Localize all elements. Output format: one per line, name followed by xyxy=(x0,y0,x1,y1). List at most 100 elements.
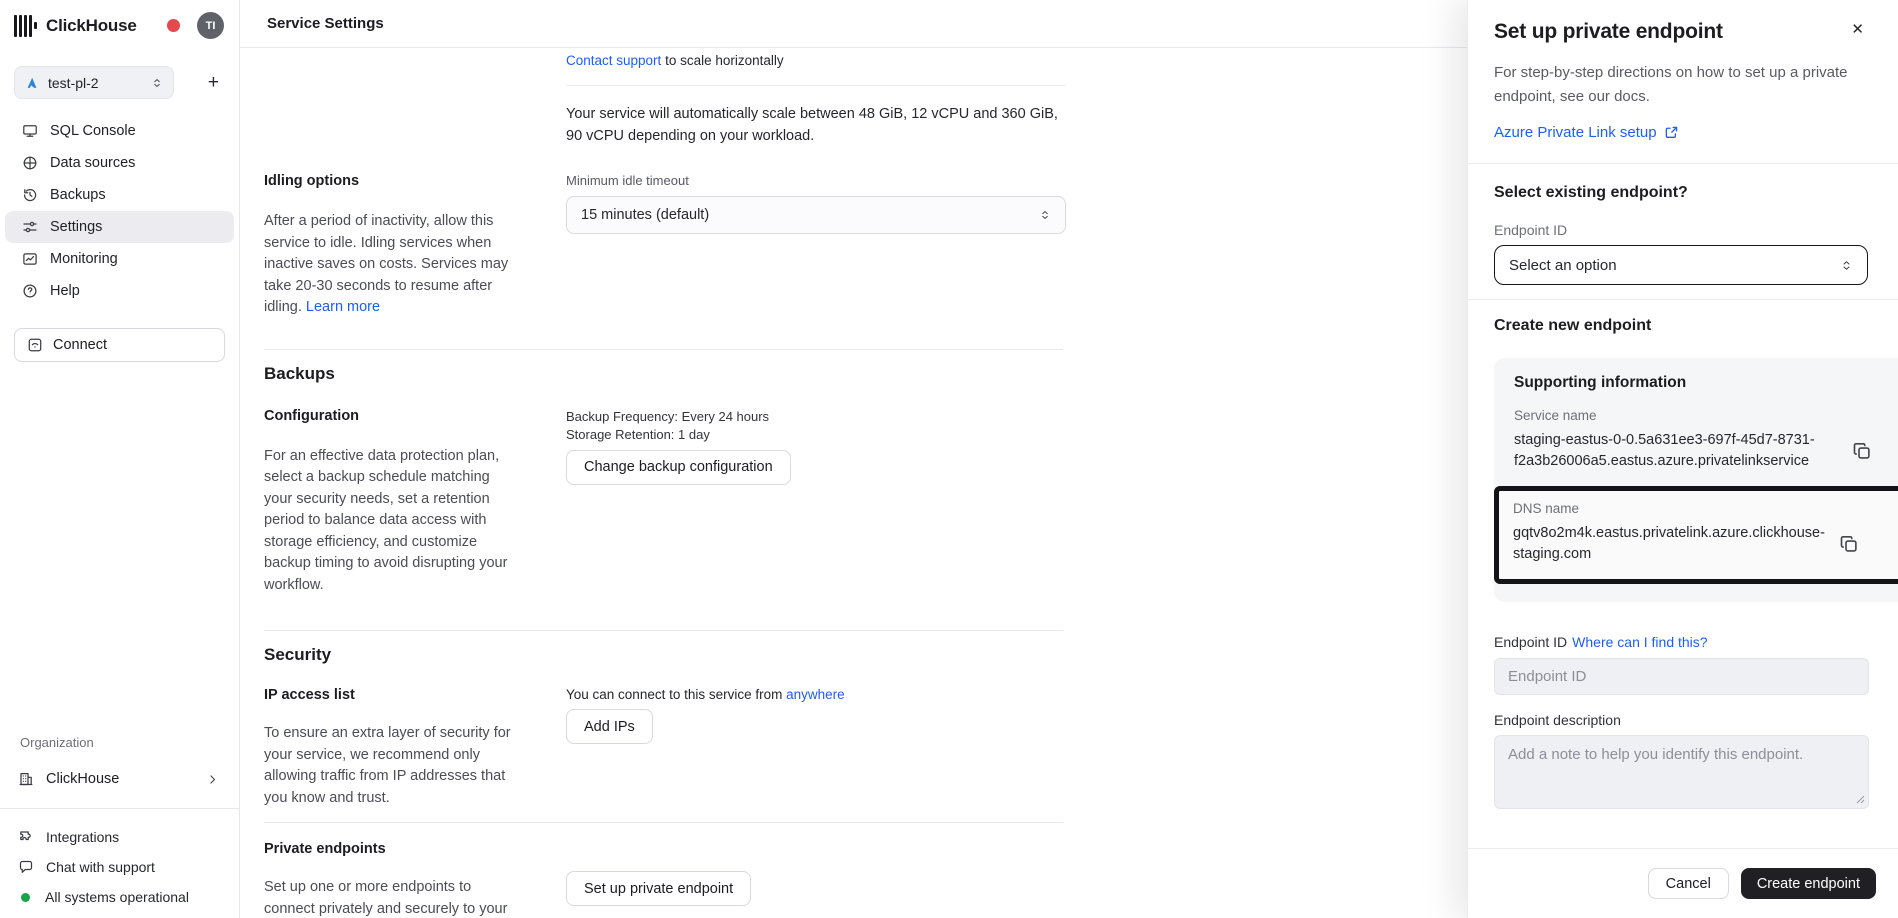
service-selector-row: test-pl-2 + xyxy=(14,66,225,99)
change-backup-configuration-button[interactable]: Change backup configuration xyxy=(566,450,791,485)
connect-icon xyxy=(27,337,43,353)
settings-icon xyxy=(22,219,38,235)
sidebar-item-help[interactable]: Help xyxy=(5,275,234,307)
sidebar-item-backups[interactable]: Backups xyxy=(5,179,234,211)
sidebar-item-label: Data sources xyxy=(50,155,135,171)
organization-item[interactable]: ClickHouse xyxy=(6,762,233,796)
existing-endpoint-select[interactable]: Select an option xyxy=(1494,245,1868,285)
storage-retention: Storage Retention: 1 day xyxy=(566,426,1066,444)
connect-from-note: You can connect to this service from any… xyxy=(566,687,1066,702)
section-divider xyxy=(264,822,1063,823)
sidebar-item-integrations[interactable]: Integrations xyxy=(6,822,233,852)
scaling-note-suffix: to scale horizontally xyxy=(661,53,783,68)
sql-console-icon xyxy=(22,123,38,139)
sidebar-nav: SQL Console Data sources Backups Setting… xyxy=(0,115,239,307)
set-up-private-endpoint-button[interactable]: Set up private endpoint xyxy=(566,871,751,906)
organization-name: ClickHouse xyxy=(46,771,119,787)
connect-label: Connect xyxy=(53,337,107,353)
copy-service-name-button[interactable] xyxy=(1852,441,1872,461)
chevron-right-icon xyxy=(206,773,219,786)
copy-icon xyxy=(1839,534,1859,554)
idle-timeout-value: 15 minutes (default) xyxy=(581,207,1039,223)
backups-icon xyxy=(22,187,38,203)
existing-endpoint-id-label: Endpoint ID xyxy=(1494,222,1868,238)
clickhouse-logo-icon xyxy=(14,14,37,38)
sidebar-item-label: Backups xyxy=(50,187,106,203)
footer-item-label: Chat with support xyxy=(46,859,155,875)
add-ips-button[interactable]: Add IPs xyxy=(566,709,653,744)
panel-header: Set up private endpoint ✕ xyxy=(1494,20,1868,44)
section-divider xyxy=(264,630,1063,631)
help-icon xyxy=(22,283,38,299)
autoscale-description: Your service will automatically scale be… xyxy=(566,103,1066,147)
where-can-i-find-this-link[interactable]: Where can I find this? xyxy=(1572,634,1707,650)
create-endpoint-button[interactable]: Create endpoint xyxy=(1741,868,1876,899)
sidebar-item-data-sources[interactable]: Data sources xyxy=(5,147,234,179)
security-description: To ensure an extra layer of security for… xyxy=(264,723,516,809)
service-selector-value: test-pl-2 xyxy=(48,75,142,91)
integrations-icon xyxy=(18,829,34,845)
sidebar-item-chat-support[interactable]: Chat with support xyxy=(6,852,233,882)
sidebar-item-sql-console[interactable]: SQL Console xyxy=(5,115,234,147)
panel-footer: Cancel Create endpoint xyxy=(1468,848,1898,918)
azure-docs-link[interactable]: Azure Private Link setup xyxy=(1494,124,1868,141)
supporting-information-card: Supporting information Service name stag… xyxy=(1494,358,1898,602)
recording-dot-icon xyxy=(167,19,180,32)
status-dot-icon xyxy=(21,893,30,902)
copy-dns-name-button[interactable] xyxy=(1839,534,1859,554)
contact-support-link[interactable]: Contact support xyxy=(566,53,661,68)
idle-timeout-label: Minimum idle timeout xyxy=(566,173,1066,188)
learn-more-link[interactable]: Learn more xyxy=(306,299,380,315)
chat-icon xyxy=(18,859,34,875)
page-title: Service Settings xyxy=(267,15,384,32)
service-selector[interactable]: test-pl-2 xyxy=(14,66,174,99)
status-label: All systems operational xyxy=(45,889,189,905)
sidebar-item-label: Help xyxy=(50,283,80,299)
endpoint-id-label: Endpoint ID xyxy=(1494,634,1567,650)
sidebar-item-monitoring[interactable]: Monitoring xyxy=(5,243,234,275)
anywhere-link[interactable]: anywhere xyxy=(786,687,845,702)
user-avatar[interactable]: TI xyxy=(197,12,224,39)
endpoint-description-label: Endpoint description xyxy=(1494,712,1868,728)
sidebar-item-label: SQL Console xyxy=(50,123,136,139)
private-endpoint-panel: Set up private endpoint ✕ For step-by-st… xyxy=(1467,0,1898,918)
backups-config-title: Configuration xyxy=(264,408,516,424)
chevron-updown-icon xyxy=(1840,259,1853,272)
building-icon xyxy=(18,771,34,787)
existing-endpoint-title: Select existing endpoint? xyxy=(1494,184,1868,202)
sidebar-item-settings[interactable]: Settings xyxy=(5,211,234,243)
panel-title: Set up private endpoint xyxy=(1494,20,1723,44)
dns-name-value: gqtv8o2m4k.eastus.privatelink.azure.clic… xyxy=(1513,523,1839,565)
idling-title: Idling options xyxy=(264,173,516,189)
create-endpoint-title: Create new endpoint xyxy=(1494,317,1868,335)
azure-icon xyxy=(25,76,39,90)
idle-timeout-select[interactable]: 15 minutes (default) xyxy=(566,196,1066,234)
chevron-updown-icon xyxy=(151,77,163,89)
supporting-information-title: Supporting information xyxy=(1514,374,1878,392)
sidebar-bottom: Organization ClickHouse Integrations Cha… xyxy=(0,735,239,912)
resize-handle-icon[interactable] xyxy=(1856,795,1865,804)
service-name-label: Service name xyxy=(1514,408,1878,423)
connect-button[interactable]: Connect xyxy=(14,328,225,362)
sidebar-item-label: Settings xyxy=(50,219,102,235)
private-endpoints-description: Set up one or more endpoints to connect … xyxy=(264,877,516,918)
sidebar-divider xyxy=(0,808,239,809)
endpoint-id-input[interactable] xyxy=(1494,658,1869,695)
endpoint-description-textarea[interactable] xyxy=(1494,735,1869,809)
sidebar-header: ClickHouse TI xyxy=(0,0,239,39)
add-service-button[interactable]: + xyxy=(202,73,225,92)
cancel-button[interactable]: Cancel xyxy=(1648,868,1729,899)
brand-name: ClickHouse xyxy=(46,16,137,36)
sidebar-item-label: Monitoring xyxy=(50,251,118,267)
close-icon[interactable]: ✕ xyxy=(1847,20,1868,39)
ip-access-list-title: IP access list xyxy=(264,687,516,703)
scaling-note: Contact support to scale horizontally xyxy=(566,53,1066,68)
footer-item-label: Integrations xyxy=(46,829,119,845)
copy-icon xyxy=(1852,441,1872,461)
external-link-icon xyxy=(1664,125,1679,140)
dns-name-label: DNS name xyxy=(1513,501,1885,516)
panel-divider xyxy=(1468,163,1898,164)
dns-name-highlight-box: DNS name gqtv8o2m4k.eastus.privatelink.a… xyxy=(1494,486,1898,584)
system-status-item[interactable]: All systems operational xyxy=(6,882,233,912)
sidebar: ClickHouse TI test-pl-2 + SQL Console Da… xyxy=(0,0,240,918)
